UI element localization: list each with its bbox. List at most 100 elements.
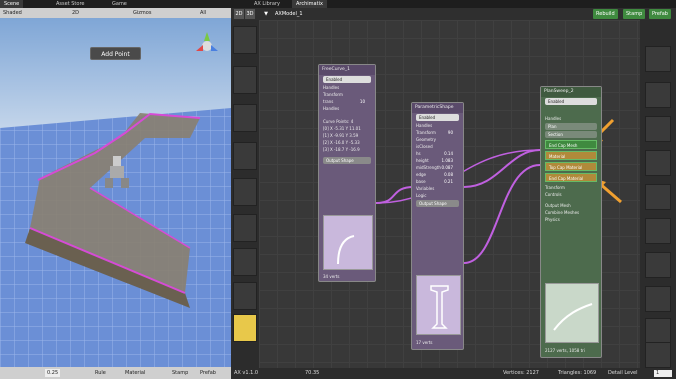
param-row[interactable]: hs 0.14: [412, 150, 463, 157]
scene-3d-render: [0, 18, 231, 367]
plansweep-combine[interactable]: Combine Meshes: [541, 209, 601, 216]
mesh-thumb-shapes[interactable]: [645, 150, 671, 176]
tab-ax-library-label: AX Library: [254, 1, 280, 7]
freecurve-handles2[interactable]: Handles: [319, 105, 375, 112]
param-enabled[interactable]: Enabled: [416, 114, 459, 121]
param-variables[interactable]: Variables: [412, 185, 463, 192]
mesh-thumb-spikes[interactable]: [645, 218, 671, 244]
right-mesh-library: [640, 20, 676, 368]
param-row[interactable]: midStrength 0.087: [412, 164, 463, 171]
param-preview: [416, 275, 461, 335]
tab-archimatix-label: Archimatix: [296, 1, 323, 7]
freecurve-curve-points: Curve Points: 4: [323, 119, 354, 124]
shape-thumb-arch[interactable]: [233, 26, 257, 54]
tab-archimatix[interactable]: Archimatix: [292, 0, 327, 8]
freecurve-verts: 34 verts: [323, 274, 340, 279]
plansweep-preview: [545, 283, 599, 343]
plansweep-controls[interactable]: Controls: [541, 191, 601, 198]
shape-thumb-bracket[interactable]: [233, 104, 257, 132]
shading-dropdown[interactable]: Shaded: [3, 8, 22, 18]
param-row-value[interactable]: 0.087: [442, 164, 453, 171]
scene-search[interactable]: All: [200, 8, 206, 18]
plansweep-section-input[interactable]: Section: [545, 131, 597, 138]
plansweep-physics[interactable]: Physics: [541, 216, 601, 223]
node-graph-canvas[interactable]: FreeCurve_1 Enabled Handles Transform tr…: [259, 20, 640, 368]
param-row-label: base: [416, 179, 426, 184]
shape-thumb-sphere[interactable]: [233, 282, 257, 310]
toggle-2d[interactable]: 2D: [234, 9, 244, 19]
shape-thumb-curve[interactable]: [233, 66, 257, 94]
plansweep-end-cap-mesh[interactable]: End Cap Mesh: [545, 140, 597, 149]
prefab-button[interactable]: Prefab: [200, 367, 216, 379]
shape-thumb-slab[interactable]: [233, 314, 257, 342]
param-row[interactable]: height 1.083: [412, 157, 463, 164]
param-row-label: height: [416, 158, 429, 163]
mesh-thumb-pedestal[interactable]: [645, 46, 671, 72]
freecurve-enabled[interactable]: Enabled: [323, 76, 371, 83]
rebuild-button[interactable]: Rebuild: [593, 9, 618, 19]
plansweep-end-cap-material[interactable]: End Cap Material: [545, 173, 597, 182]
plansweep-transform[interactable]: Transform: [541, 184, 601, 191]
mesh-thumb-stairs[interactable]: [645, 318, 671, 344]
plansweep-plan-input[interactable]: Plan: [545, 123, 597, 130]
add-point-button[interactable]: Add Point: [90, 47, 141, 60]
param-row[interactable]: isClosed: [412, 143, 463, 150]
shape-thumb-cup[interactable]: [233, 248, 257, 276]
mesh-thumb-block[interactable]: [645, 82, 671, 108]
param-geometry[interactable]: Geometry: [412, 136, 463, 143]
freecurve-trans-value[interactable]: 10: [360, 98, 365, 105]
param-row[interactable]: edge 0.08: [412, 171, 463, 178]
param-handles[interactable]: Handles: [412, 122, 463, 129]
param-row-value[interactable]: 0.08: [444, 171, 453, 178]
param-row-value[interactable]: 1.083: [442, 157, 453, 164]
param-row-label: midStrength: [416, 165, 441, 170]
freecurve-trans-row[interactable]: trans 10: [319, 98, 375, 105]
node-plansweep[interactable]: PlanSweep_2 Enabled Handles Plan Section…: [540, 86, 602, 358]
zoom-value: 70.35: [305, 370, 320, 376]
scene-viewport[interactable]: Add Point: [0, 18, 231, 367]
rule-label: Rule: [95, 370, 106, 376]
plansweep-material[interactable]: Material: [545, 151, 597, 160]
mode-2d-toggle[interactable]: 2D: [72, 8, 79, 18]
mesh-thumb-ring[interactable]: [645, 342, 671, 368]
grid-value-input[interactable]: 0.25: [45, 369, 61, 377]
mesh-thumb-bend[interactable]: [645, 184, 671, 210]
stamp-button-editor[interactable]: Stamp: [623, 9, 646, 19]
tab-ax-library[interactable]: AX Library: [250, 0, 284, 8]
model-name: AXModel_1: [275, 11, 303, 17]
gizmos-dropdown[interactable]: Gizmos: [133, 8, 151, 18]
param-transform-row[interactable]: Transform 90: [412, 129, 463, 136]
param-row-value[interactable]: 0.21: [444, 178, 453, 185]
param-logic[interactable]: Logic: [412, 192, 463, 199]
plansweep-output-mesh[interactable]: Output Mesh: [541, 202, 601, 209]
param-verts: 17 verts: [416, 340, 433, 345]
shape-thumb-column[interactable]: [233, 142, 257, 170]
shape-thumb-cube[interactable]: [233, 214, 257, 242]
model-dropdown-icon[interactable]: ▼: [261, 9, 271, 19]
node-freecurve[interactable]: FreeCurve_1 Enabled Handles Transform tr…: [318, 64, 376, 282]
left-shape-library: [231, 20, 259, 368]
mesh-thumb-stack[interactable]: [645, 286, 671, 312]
param-row-label: hs: [416, 151, 421, 156]
freecurve-handles[interactable]: Handles: [319, 84, 375, 91]
param-output-shape[interactable]: Output Shape: [416, 200, 459, 207]
stamp-button[interactable]: Stamp: [172, 367, 188, 379]
vertices-count: Vertices: 2127: [503, 370, 539, 376]
freecurve-pt-2: [2] X -16.0 Y -5.33: [323, 140, 360, 145]
param-transform-value[interactable]: 90: [448, 129, 453, 136]
material-label[interactable]: Material: [125, 367, 145, 379]
prefab-button-editor[interactable]: Prefab: [649, 9, 671, 19]
mesh-thumb-grid[interactable]: [645, 252, 671, 278]
node-parametric-shape[interactable]: ParametricShape Enabled Handles Transfor…: [411, 102, 464, 350]
toggle-3d[interactable]: 3D: [245, 9, 255, 19]
plansweep-handles[interactable]: Handles: [541, 115, 601, 122]
plansweep-top-cap-material[interactable]: Top Cap Material: [545, 162, 597, 171]
freecurve-output-shape[interactable]: Output Shape: [323, 157, 371, 164]
plansweep-enabled[interactable]: Enabled: [545, 98, 597, 105]
shape-thumb-arch2[interactable]: [233, 178, 257, 206]
freecurve-transform[interactable]: Transform: [319, 91, 375, 98]
detail-level-input[interactable]: 1: [654, 370, 672, 377]
mesh-thumb-cubes[interactable]: [645, 116, 671, 142]
param-row-value[interactable]: 0.14: [444, 150, 453, 157]
param-row[interactable]: base 0.21: [412, 178, 463, 185]
